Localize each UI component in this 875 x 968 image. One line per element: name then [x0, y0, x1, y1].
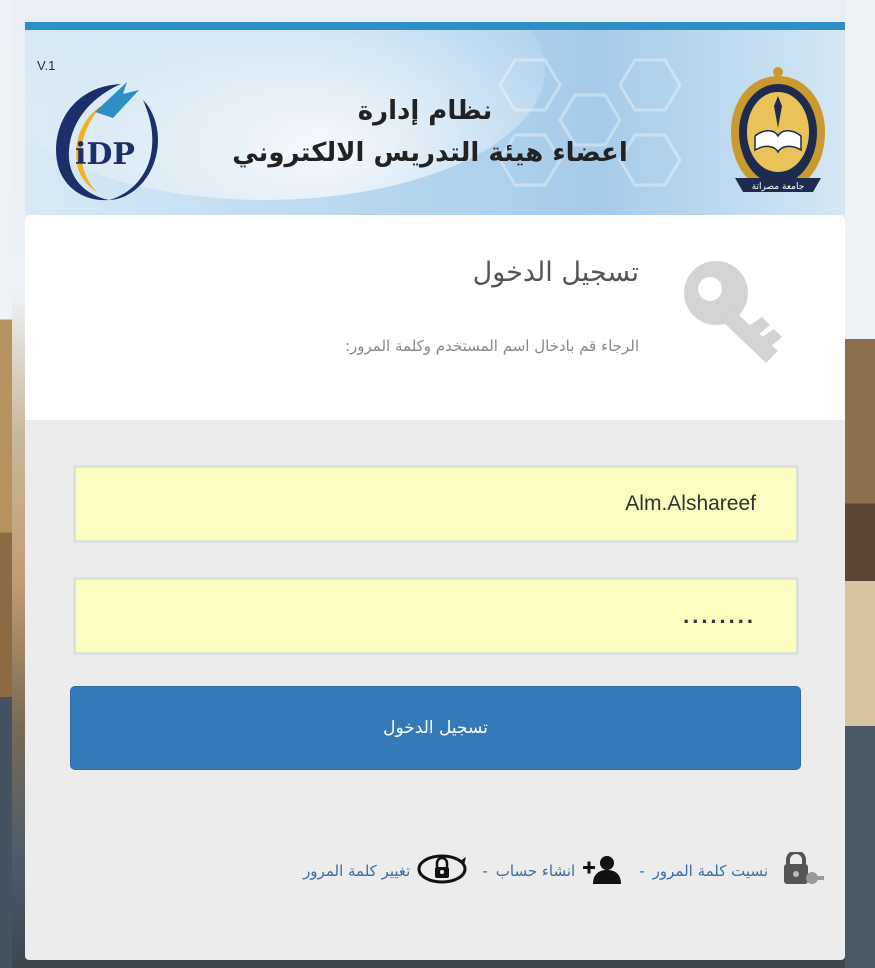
username-input[interactable]	[73, 465, 799, 543]
change-password-link[interactable]: تغيير كلمة المرور	[303, 862, 410, 880]
link-separator: -	[639, 862, 645, 880]
header-banner: V.1 iDP نظام إدارة اعضاء هيئة التدريس ال…	[25, 22, 845, 215]
login-button[interactable]: تسجيل الدخول	[70, 686, 801, 770]
crest-ribbon-text: جامعة مصراتة	[752, 182, 805, 192]
account-links: نسيت كلمة المرور - انشاء حساب - تغيير كل…	[110, 850, 830, 891]
lock-key-icon	[774, 850, 824, 890]
system-title-line1: نظام إدارة	[357, 96, 493, 126]
login-card: تسجيل الدخول الرجاء قم بادخال اسم المستخ…	[25, 215, 845, 960]
background-right	[845, 0, 875, 968]
login-card-header: تسجيل الدخول الرجاء قم بادخال اسم المستخ…	[25, 215, 845, 420]
password-input[interactable]	[73, 577, 799, 655]
idp-logo-text: iDP	[75, 137, 135, 172]
idp-logo: iDP	[56, 82, 158, 201]
link-separator: -	[482, 862, 488, 880]
create-account-link[interactable]: انشاء حساب	[496, 862, 575, 880]
university-crest-icon: جامعة مصراتة	[731, 67, 825, 192]
forgot-password-link[interactable]: نسيت كلمة المرور	[653, 862, 768, 880]
add-user-icon	[581, 854, 625, 888]
login-panel: V.1 iDP نظام إدارة اعضاء هيئة التدريس ال…	[10, 22, 846, 962]
system-title-line2: اعضاء هيئة التدريس الالكتروني	[232, 138, 628, 168]
login-heading: تسجيل الدخول	[472, 257, 639, 288]
banner-hex-pattern	[498, 58, 682, 187]
login-instructions: الرجاء قم بادخال اسم المستخدم وكلمة المر…	[344, 337, 639, 355]
key-icon	[684, 261, 782, 363]
refresh-lock-icon	[416, 853, 468, 889]
